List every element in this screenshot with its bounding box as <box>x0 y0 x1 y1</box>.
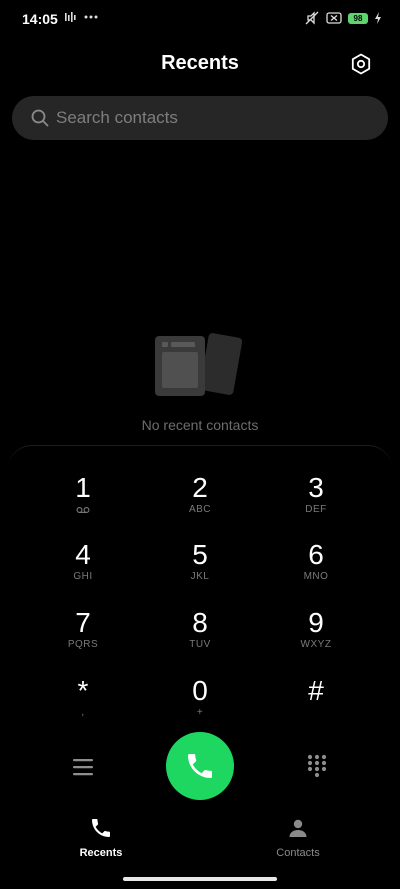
more-dots-icon <box>84 15 98 19</box>
status-left-icons <box>64 11 98 23</box>
menu-icon <box>73 759 93 776</box>
key-digit: 7 <box>75 607 91 638</box>
battery-icon: 98 <box>348 12 368 24</box>
search-input[interactable] <box>56 96 376 140</box>
settings-hexagon-icon <box>351 53 371 75</box>
mute-vibrate-icon <box>305 11 319 25</box>
key-digit: 0 <box>192 675 208 706</box>
key-digit: 6 <box>308 539 324 570</box>
signal-activity-icon <box>65 12 76 22</box>
status-bar: 14:05 98 <box>0 0 400 40</box>
dialpad-key-4[interactable]: 4 GHI <box>28 539 138 597</box>
key-digit: 1 <box>75 472 91 503</box>
empty-contacts-illustration-icon <box>155 333 243 396</box>
dialpad-grid-icon <box>307 754 327 778</box>
keypad-toggle-button[interactable] <box>306 754 328 778</box>
key-letters: PQRS <box>67 639 99 650</box>
key-letters: TUV <box>189 639 211 650</box>
phone-icon <box>92 819 110 837</box>
key-letters: ABC <box>188 504 212 515</box>
key-digit: 2 <box>192 472 208 503</box>
settings-button[interactable] <box>347 50 375 78</box>
tab-label: Contacts <box>276 847 320 859</box>
tab-label: Recents <box>79 847 123 859</box>
tab-recents[interactable]: Recents <box>51 816 151 859</box>
search-icon <box>31 109 49 127</box>
status-right-icons: 98 <box>304 11 382 25</box>
key-digit: 4 <box>75 539 91 570</box>
key-letters: WXYZ <box>300 639 332 650</box>
key-digit: 5 <box>192 539 208 570</box>
sim-off-icon <box>326 12 342 24</box>
phone-call-icon <box>188 754 212 778</box>
key-digit: * <box>77 675 89 706</box>
tab-contacts[interactable]: Contacts <box>248 816 348 859</box>
key-letters: , <box>81 707 85 718</box>
dialpad-key-3[interactable]: 3 DEF <box>261 472 371 530</box>
voicemail-icon <box>76 507 90 513</box>
dialpad-key-2[interactable]: 2 ABC <box>145 472 255 530</box>
empty-state-message: No recent contacts <box>141 417 259 433</box>
dialpad-key-1[interactable]: 1 <box>28 472 138 530</box>
key-digit: 8 <box>192 607 208 638</box>
key-letters: + <box>196 707 204 718</box>
key-digit: 9 <box>308 607 324 638</box>
charging-icon <box>375 12 381 24</box>
call-button[interactable] <box>166 732 234 800</box>
dialpad-key-7[interactable]: 7 PQRS <box>28 607 138 665</box>
key-digit: 3 <box>308 472 324 503</box>
home-indicator[interactable] <box>123 877 277 881</box>
person-icon <box>289 819 307 837</box>
key-letters: MNO <box>303 571 329 582</box>
dialpad-key-6[interactable]: 6 MNO <box>261 539 371 597</box>
dialpad-key-5[interactable]: 5 JKL <box>145 539 255 597</box>
key-letters: DEF <box>305 504 327 515</box>
menu-button[interactable] <box>70 757 96 777</box>
key-letters: GHI <box>73 571 93 582</box>
key-digit: # <box>308 675 324 706</box>
key-letters: JKL <box>190 571 210 582</box>
dialpad-key-0[interactable]: 0 + <box>145 675 255 733</box>
status-time: 14:05 <box>22 11 58 27</box>
page-title: Recents <box>161 52 239 74</box>
search-bar[interactable] <box>12 96 388 140</box>
dialpad-key-8[interactable]: 8 TUV <box>145 607 255 665</box>
dialpad-key-hash[interactable]: # <box>261 675 371 733</box>
dialpad-key-star[interactable]: * , <box>28 675 138 733</box>
dialpad-key-9[interactable]: 9 WXYZ <box>261 607 371 665</box>
